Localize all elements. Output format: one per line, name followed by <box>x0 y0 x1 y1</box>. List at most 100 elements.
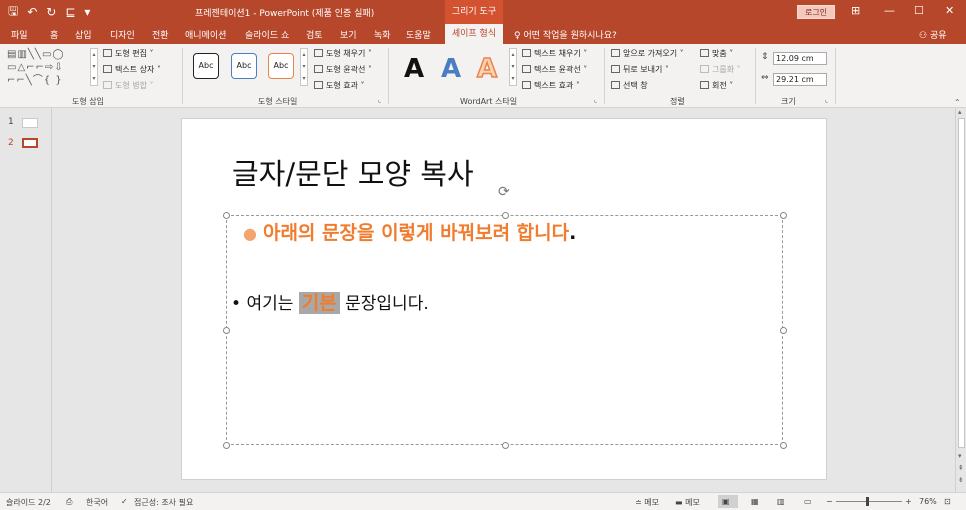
close-button[interactable]: ✕ <box>945 4 954 17</box>
shape-style-preset-1[interactable]: Abc <box>193 53 219 79</box>
redo-icon[interactable]: ↻ <box>46 5 56 19</box>
shape-height-icon: ⇕ <box>761 52 769 62</box>
fit-slide-icon[interactable]: ⊡ <box>944 497 951 506</box>
shape-style-preset-2[interactable]: Abc <box>231 53 257 79</box>
tell-me-search[interactable]: ♀ 어떤 작업을 원하시나요? <box>514 28 617 41</box>
pen-icon <box>314 65 323 73</box>
slide-show-icon[interactable]: ▭ <box>804 497 812 506</box>
shape-style-preset-3[interactable]: Abc <box>268 53 294 79</box>
shape-styles-launcher-icon[interactable]: ⌞ <box>378 96 381 104</box>
spell-check-icon[interactable]: ⎙ <box>66 497 72 507</box>
text-outline-button[interactable]: 텍스트 윤곽선 ˅ <box>522 64 587 75</box>
tell-me-text: 어떤 작업을 원하시나요? <box>523 31 617 41</box>
bring-forward-button[interactable]: 앞으로 가져오기 ˅ <box>611 48 684 59</box>
comments-button[interactable]: ▬ 메모 <box>675 497 700 508</box>
wordart-launcher-icon[interactable]: ⌞ <box>594 96 597 104</box>
shape-styles-scroll[interactable]: ▴ ▾ ▾ <box>300 48 308 86</box>
tab-animations[interactable]: 애니메이션 <box>185 28 226 41</box>
shape-height-input[interactable]: 12.09 cm <box>773 52 827 65</box>
ribbon-display-options-icon[interactable]: ⊞ <box>851 4 860 17</box>
text-box-icon <box>103 65 112 73</box>
text-box-button[interactable]: 텍스트 상자 ˅ <box>103 64 161 75</box>
zoom-in-button[interactable]: + <box>905 497 912 506</box>
shape-fill-label: 도형 채우기 ˅ <box>326 49 372 58</box>
resize-handle[interactable] <box>502 442 509 449</box>
reading-view-icon[interactable]: ▥ <box>777 497 785 506</box>
ribbon: ▤▥╲╲▭◯ ▭△⌐⌐⇨⇩ ⌐⌐╲⌒{ } ▴ ▾ ▾ 도형 편집 ˅ 텍스트 상자… <box>0 44 966 108</box>
zoom-slider[interactable] <box>836 501 902 502</box>
rotate-button[interactable]: 회전 ˅ <box>700 80 733 91</box>
wordart-preset-3[interactable]: A <box>476 53 498 85</box>
send-backward-button[interactable]: 뒤로 보내기 ˅ <box>611 64 669 75</box>
bullet-plain[interactable]: • 여기는 기본 문장입니다. <box>231 288 429 315</box>
tab-file[interactable]: 파일 <box>11 28 28 41</box>
customize-qat-icon[interactable]: ▾ <box>84 5 90 19</box>
resize-handle[interactable] <box>780 442 787 449</box>
slide-thumbnail-1[interactable] <box>22 118 38 128</box>
wordart-preset-1[interactable]: A <box>404 54 424 84</box>
accessibility-status[interactable]: 접근성: 조사 필요 <box>134 497 193 508</box>
resize-handle[interactable] <box>223 442 230 449</box>
notes-button[interactable]: ≐ 메모 <box>635 497 659 508</box>
zoom-slider-thumb[interactable] <box>866 497 869 506</box>
save-icon[interactable]: 🖫 <box>8 2 18 23</box>
start-from-beginning-icon[interactable]: ⊑ <box>65 5 75 19</box>
tab-home[interactable]: 홈 <box>50 28 58 41</box>
previous-slide-icon[interactable]: ⇞ <box>958 464 964 472</box>
align-button[interactable]: 맞춤 ˅ <box>700 48 733 59</box>
shapes-gallery[interactable]: ▤▥╲╲▭◯ ▭△⌐⌐⇨⇩ ⌐⌐╲⌒{ } <box>7 48 89 86</box>
tab-review[interactable]: 검토 <box>306 28 323 41</box>
slide-sorter-icon[interactable]: ▦ <box>751 497 759 506</box>
scroll-down-icon[interactable]: ▾ <box>958 452 962 460</box>
slide-thumbnail-2[interactable] <box>22 138 38 148</box>
bullet-styled[interactable]: ● 아래의 문장을 이렇게 바꿔보려 합니다. <box>243 218 576 245</box>
edit-shape-button[interactable]: 도형 편집 ˅ <box>103 48 154 59</box>
rotate-handle-icon[interactable]: ⟳ <box>498 185 510 199</box>
shapes-gallery-scroll[interactable]: ▴ ▾ ▾ <box>90 48 98 86</box>
shape-outline-button[interactable]: 도형 윤곽선 ˅ <box>314 64 372 75</box>
resize-handle[interactable] <box>780 212 787 219</box>
slide[interactable]: 글자/문단 모양 복사 ⟳ ● 아래의 문장을 이렇게 바꿔보려 합니다. • 여… <box>181 118 827 480</box>
shape-width-input[interactable]: 29.21 cm <box>773 73 827 86</box>
resize-handle[interactable] <box>223 212 230 219</box>
slide-title[interactable]: 글자/문단 모양 복사 <box>232 151 474 193</box>
slide-thumbnail-pane: 1 2 <box>0 108 52 492</box>
wordart-preset-2[interactable]: A <box>441 54 461 84</box>
send-backward-icon <box>611 65 620 73</box>
resize-handle[interactable] <box>780 327 787 334</box>
share-button[interactable]: ⚇ 공유 <box>919 28 947 41</box>
collapse-ribbon-icon[interactable]: ⌃ <box>954 98 961 107</box>
comment-icon: ▬ <box>675 498 686 507</box>
zoom-out-button[interactable]: − <box>826 497 833 506</box>
shape-fill-button[interactable]: 도형 채우기 ˅ <box>314 48 372 59</box>
tab-transitions[interactable]: 전환 <box>152 28 169 41</box>
scrollbar-thumb[interactable] <box>958 118 965 448</box>
selection-pane-button[interactable]: 선택 창 <box>611 80 648 91</box>
language-indicator[interactable]: 한국어 <box>86 497 108 508</box>
shape-effects-button[interactable]: 도형 효과 ˅ <box>314 80 365 91</box>
tab-slide-show[interactable]: 슬라이드 쇼 <box>245 28 289 41</box>
tab-design[interactable]: 디자인 <box>110 28 135 41</box>
maximize-button[interactable]: ☐ <box>914 4 924 17</box>
undo-icon[interactable]: ↶ <box>27 5 37 19</box>
scroll-up-icon[interactable]: ▴ <box>958 108 962 116</box>
wordart-styles-scroll[interactable]: ▴ ▾ ▾ <box>509 48 517 86</box>
content-textbox[interactable]: ● 아래의 문장을 이렇게 바꿔보려 합니다. • 여기는 기본 문장입니다. <box>223 212 787 449</box>
size-launcher-icon[interactable]: ⌞ <box>825 96 828 104</box>
merge-shapes-button[interactable]: 도형 병합 ˅ <box>103 80 154 91</box>
tab-shape-format[interactable]: 셰이프 형식 <box>445 24 503 44</box>
next-slide-icon[interactable]: ⇟ <box>958 476 964 484</box>
text-effects-button[interactable]: 텍스트 효과 ˅ <box>522 80 580 91</box>
resize-handle[interactable] <box>223 327 230 334</box>
tab-insert[interactable]: 삽입 <box>75 28 92 41</box>
minimize-button[interactable]: — <box>884 4 895 17</box>
tab-recording[interactable]: 녹화 <box>374 28 391 41</box>
tab-view[interactable]: 보기 <box>340 28 357 41</box>
text-fill-button[interactable]: 텍스트 채우기 ˅ <box>522 48 587 59</box>
rotate-icon <box>700 81 709 89</box>
zoom-level[interactable]: 76% <box>919 497 937 506</box>
group-button[interactable]: 그룹화 ˅ <box>700 64 741 75</box>
vertical-scrollbar[interactable]: ▴ ▾ ⇞ ⇟ <box>955 108 966 492</box>
tab-help[interactable]: 도움말 <box>406 28 431 41</box>
login-button[interactable]: 로그인 <box>797 5 835 19</box>
